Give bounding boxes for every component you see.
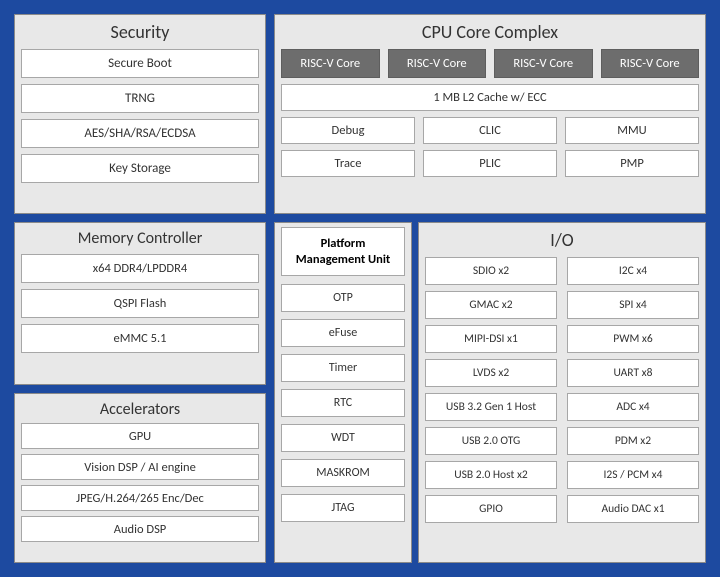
io-item: PDM x2 <box>567 427 699 455</box>
diagram-grid: Security Secure Boot TRNG AES/SHA/RSA/EC… <box>14 14 706 563</box>
riscv-core: RISC-V Core <box>494 49 593 78</box>
cpu-title: CPU Core Complex <box>281 21 699 43</box>
io-title: I/O <box>425 229 699 251</box>
io-item: USB 2.0 Host x2 <box>425 461 557 489</box>
security-item: Key Storage <box>21 154 259 183</box>
pmu-item: WDT <box>281 424 405 452</box>
io-item: ADC x4 <box>567 393 699 421</box>
riscv-core: RISC-V Core <box>388 49 487 78</box>
accel-item: Vision DSP / AI engine <box>21 454 259 480</box>
cpu-panel: CPU Core Complex RISC-V Core RISC-V Core… <box>274 14 706 214</box>
memory-item: QSPI Flash <box>21 289 259 318</box>
pmu-item: Timer <box>281 354 405 382</box>
security-item: Secure Boot <box>21 49 259 78</box>
io-panel: I/O SDIO x2 I2C x4 GMAC x2 SPI x4 MIPI-D… <box>418 222 706 563</box>
pmu-panel: Platform Management Unit OTP eFuse Timer… <box>274 222 412 563</box>
pmu-item: eFuse <box>281 319 405 347</box>
memory-title: Memory Controller <box>21 229 259 248</box>
io-item: SPI x4 <box>567 291 699 319</box>
memory-panel: Memory Controller x64 DDR4/LPDDR4 QSPI F… <box>14 222 266 385</box>
accelerators-title: Accelerators <box>21 400 259 419</box>
accelerators-panel: Accelerators GPU Vision DSP / AI engine … <box>14 393 266 563</box>
soc-block-diagram: Security Secure Boot TRNG AES/SHA/RSA/EC… <box>0 0 720 577</box>
io-item: PWM x6 <box>567 325 699 353</box>
pmu-item: JTAG <box>281 494 405 522</box>
io-item: I2S / PCM x4 <box>567 461 699 489</box>
io-item: UART x8 <box>567 359 699 387</box>
cpu-subblock: PMP <box>565 150 699 177</box>
io-item: USB 2.0 OTG <box>425 427 557 455</box>
io-item: SDIO x2 <box>425 257 557 285</box>
pmu-title: Platform Management Unit <box>281 227 405 276</box>
io-item: GMAC x2 <box>425 291 557 319</box>
io-item: USB 3.2 Gen 1 Host <box>425 393 557 421</box>
riscv-core: RISC-V Core <box>281 49 380 78</box>
io-item: MIPI-DSI x1 <box>425 325 557 353</box>
security-title: Security <box>21 21 259 43</box>
io-item: I2C x4 <box>567 257 699 285</box>
pmu-item: MASKROM <box>281 459 405 487</box>
io-item: LVDS x2 <box>425 359 557 387</box>
cpu-subblock: Trace <box>281 150 415 177</box>
cpu-subblock: Debug <box>281 117 415 144</box>
accel-item: GPU <box>21 423 259 449</box>
memory-item: eMMC 5.1 <box>21 324 259 353</box>
accel-item: JPEG/H.264/265 Enc/Dec <box>21 485 259 511</box>
io-item: GPIO <box>425 495 557 523</box>
pmu-item: OTP <box>281 284 405 312</box>
pmu-item: RTC <box>281 389 405 417</box>
security-panel: Security Secure Boot TRNG AES/SHA/RSA/EC… <box>14 14 266 214</box>
cpu-subblock: CLIC <box>423 117 557 144</box>
memory-item: x64 DDR4/LPDDR4 <box>21 254 259 283</box>
security-item: AES/SHA/RSA/ECDSA <box>21 119 259 148</box>
io-item: Audio DAC x1 <box>567 495 699 523</box>
cpu-subblock: PLIC <box>423 150 557 177</box>
security-item: TRNG <box>21 84 259 113</box>
riscv-core: RISC-V Core <box>601 49 700 78</box>
l2-cache: 1 MB L2 Cache w/ ECC <box>281 84 699 111</box>
accel-item: Audio DSP <box>21 516 259 542</box>
cpu-subblock: MMU <box>565 117 699 144</box>
